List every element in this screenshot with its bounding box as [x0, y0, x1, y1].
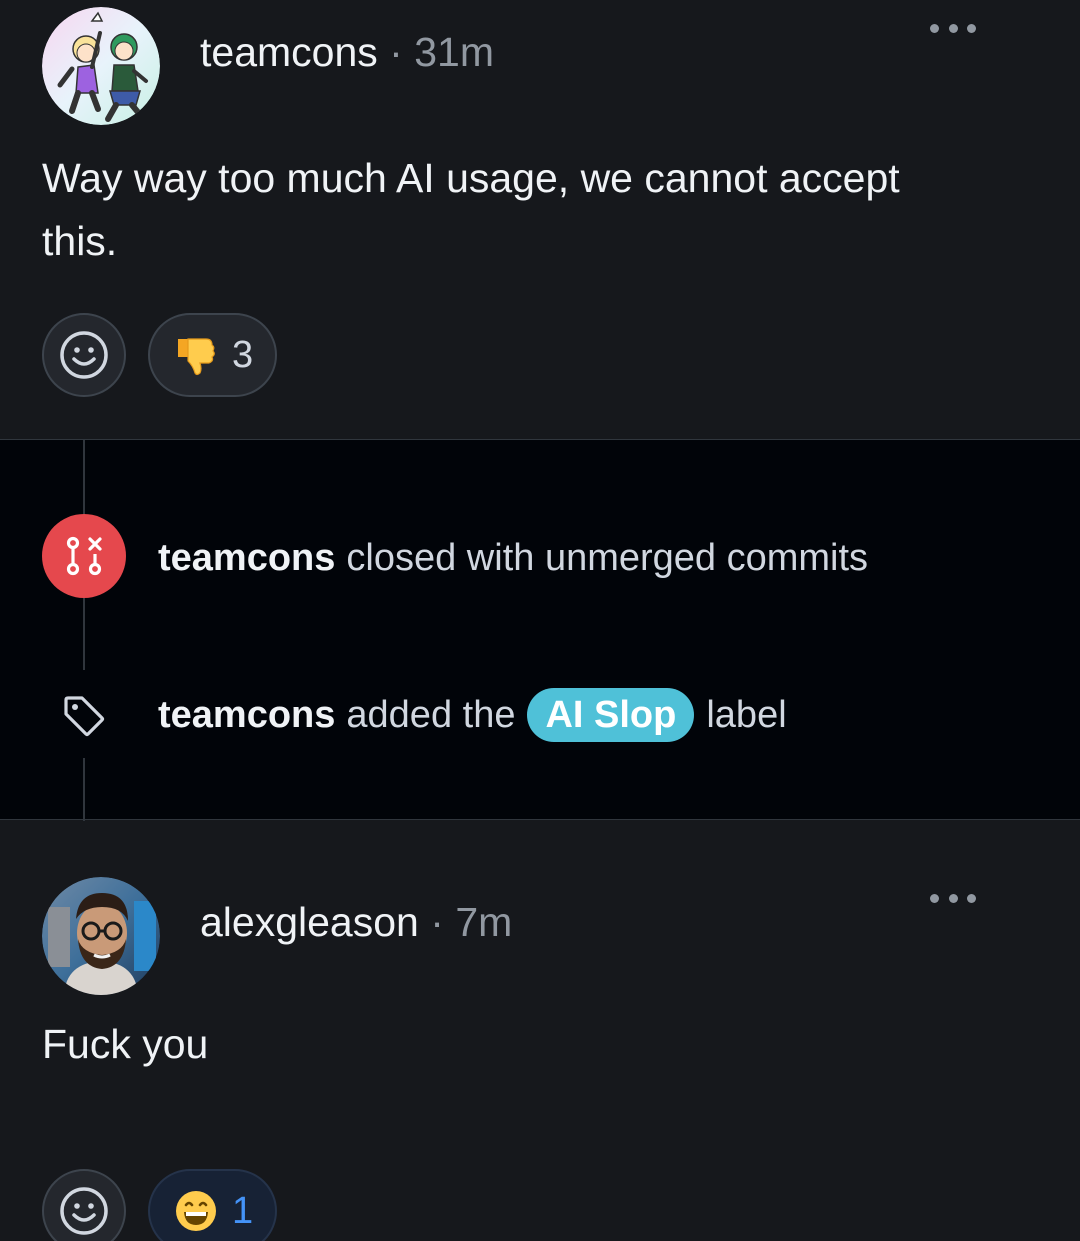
kebab-dot: [967, 23, 976, 33]
label-event-text: teamcons added the AI Slop label: [158, 688, 787, 742]
kebab-menu-icon: [930, 23, 939, 33]
reaction-count: 3: [232, 333, 254, 376]
grinning-face-icon: [176, 1191, 216, 1231]
event-actor[interactable]: teamcons: [158, 535, 335, 581]
timeline-events: teamcons closed with unmerged commits te…: [0, 439, 1080, 821]
kebab-dot: [948, 893, 958, 903]
tag-icon: [64, 696, 105, 737]
timeline-connector: [83, 440, 85, 514]
comment-body: Way way too much AI usage, we cannot acc…: [42, 155, 900, 264]
comment-menu-button[interactable]: [930, 887, 976, 909]
avatar[interactable]: [42, 877, 160, 995]
comment: teamcons · 31m Way way too much AI usage…: [0, 0, 1080, 439]
avatar[interactable]: [42, 7, 160, 125]
reactions-bar: 3: [42, 313, 278, 397]
add-reaction-button[interactable]: [42, 313, 126, 397]
reaction-laugh[interactable]: 1: [148, 1169, 278, 1241]
author-name[interactable]: teamcons: [200, 29, 378, 75]
closed-event-text: teamcons closed with unmerged commits: [158, 535, 868, 581]
kebab-dot: [948, 23, 958, 33]
closed-event-badge: [42, 514, 126, 598]
smiley-icon: [60, 1187, 108, 1235]
meta-separator: ·: [389, 29, 403, 75]
author-name[interactable]: alexgleason: [200, 899, 419, 945]
comment-time[interactable]: 31m: [414, 29, 494, 75]
comment-meta: alexgleason · 7m: [200, 896, 512, 948]
comment-menu-button[interactable]: [930, 17, 976, 39]
comment-header: alexgleason · 7m: [42, 870, 1038, 995]
reaction-count: 1: [232, 1189, 254, 1232]
comment-body: Fuck you: [42, 1021, 209, 1067]
kebab-dot: [967, 893, 976, 903]
smiley-icon: [60, 331, 108, 379]
comment: alexgleason · 7m Fuck you 1: [0, 870, 1080, 1241]
event-actor[interactable]: teamcons: [158, 688, 335, 742]
timeline-connector: [83, 598, 85, 670]
comment-time[interactable]: 7m: [455, 899, 512, 945]
label-badge[interactable]: AI Slop: [527, 688, 695, 742]
reactions-bar: 1: [42, 1169, 278, 1241]
comment-header: teamcons · 31m: [42, 0, 1038, 125]
comment-meta: teamcons · 31m: [200, 26, 494, 78]
meta-separator: ·: [430, 899, 444, 945]
thumbs-down-icon: [178, 338, 215, 376]
reaction-thumbs-down[interactable]: 3: [148, 313, 278, 397]
add-reaction-button[interactable]: [42, 1169, 126, 1241]
git-pull-request-closed-icon: [66, 536, 102, 576]
event-description: added the: [346, 694, 516, 736]
kebab-menu-icon: [930, 893, 939, 903]
event-description: closed with unmerged commits: [346, 537, 869, 579]
event-description-suffix: label: [706, 694, 787, 736]
timeline-connector: [83, 758, 85, 821]
